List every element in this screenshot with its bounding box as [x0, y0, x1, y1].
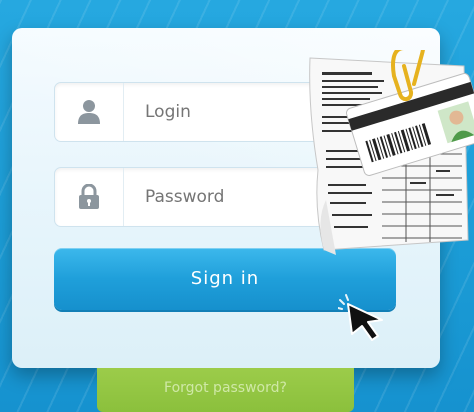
document-with-id-card-illustration — [296, 8, 474, 260]
forgot-password-button[interactable]: Forgot password? — [97, 368, 354, 412]
mouse-cursor-icon — [337, 294, 394, 342]
lock-icon — [55, 168, 124, 226]
user-icon — [55, 83, 124, 141]
